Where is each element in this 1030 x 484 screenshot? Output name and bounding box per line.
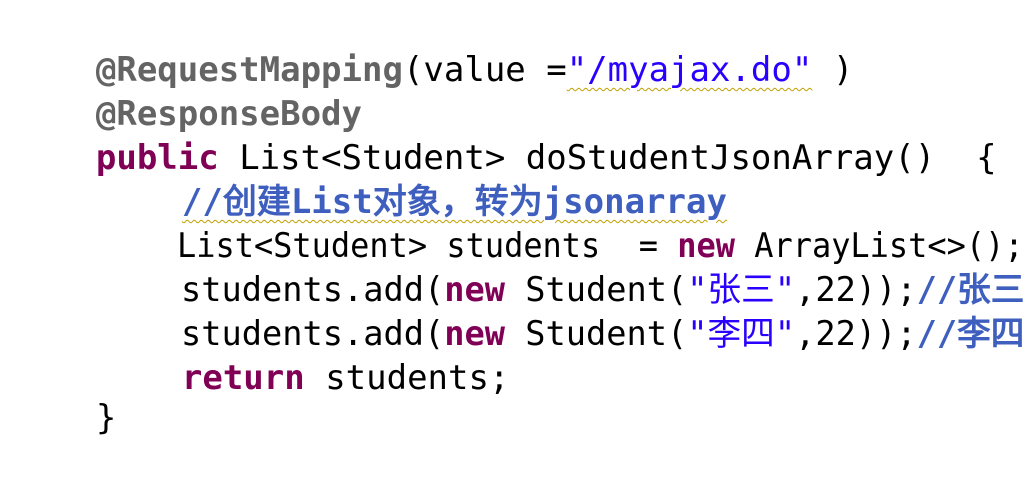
keyword-return: return (181, 358, 305, 398)
code-line-2: @ResponseBody (14, 48, 362, 134)
code-line-5: List<Student> students = new ArrayList<>… (100, 180, 1024, 266)
code-line-8: return students; (100, 312, 510, 398)
return-value: students; (304, 358, 510, 398)
code-line-6: students.add(new Student("张三",22));//张三 (100, 224, 1024, 310)
string-literal-name: "李四" (687, 314, 796, 354)
student-constructor: Student( (505, 314, 688, 354)
closing-brace: } (95, 398, 117, 438)
code-line-4: //创建List对象，转为jsonarray (100, 136, 727, 222)
comment-name: //李四 (916, 314, 1025, 354)
code-line-9: } (14, 352, 116, 438)
annotation-args-open: (value = (402, 50, 567, 90)
code-line-7: students.add(new Student("李四",22));//李四 (100, 268, 1024, 354)
code-editor[interactable]: @RequestMapping(value ="/myajax.do" ) @R… (0, 0, 1030, 438)
age-arg: ,22)); (795, 314, 917, 354)
annotation-args-close: ) (812, 50, 854, 90)
code-line-3: public List<Student> doStudentJsonArray(… (14, 92, 997, 178)
code-line-1: @RequestMapping(value ="/myajax.do" ) (14, 4, 853, 90)
string-literal-url: "/myajax.do" (566, 50, 813, 90)
